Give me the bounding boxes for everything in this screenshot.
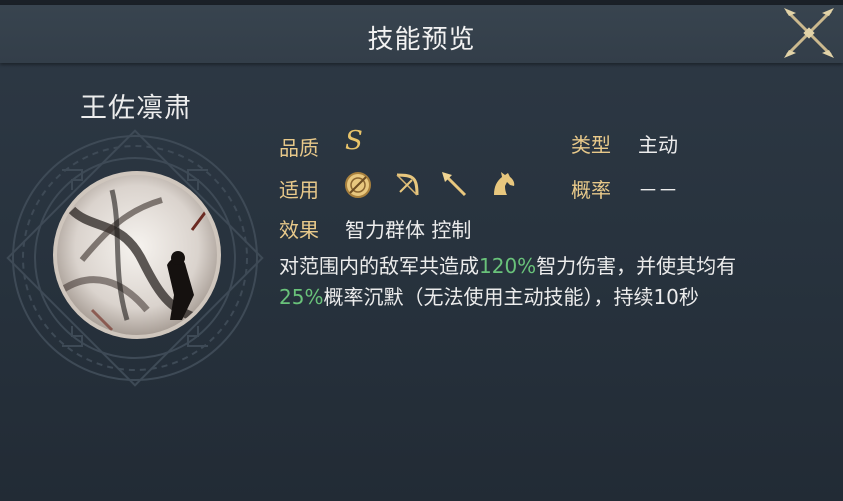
skill-description: 对范围内的敌军共造成120%智力伤害，并使其均有 25%概率沉默（无法使用主动技能… [279, 251, 819, 313]
close-button[interactable] [778, 4, 840, 62]
crossed-blades-close-icon[interactable] [778, 4, 840, 62]
type-label: 类型 [571, 133, 611, 157]
horse-icon [494, 172, 515, 195]
damage-percent: 120% [479, 254, 537, 278]
probability-label: 概率 [571, 178, 611, 202]
probability-value: －－ [638, 178, 678, 202]
applicable-label: 适用 [279, 178, 319, 202]
quality-value: S [345, 126, 363, 156]
bow-icon [396, 173, 419, 196]
effect-tags: 智力群体 控制 [345, 218, 472, 242]
skill-name: 王佐凛肃 [80, 93, 192, 124]
title-bar: 技能预览 [0, 5, 843, 63]
type-value: 主动 [638, 133, 678, 157]
skill-artwork [53, 171, 221, 339]
quality-label: 品质 [279, 136, 319, 160]
description-text-3: 概率沉默（无法使用主动技能），持续10秒 [323, 285, 699, 309]
description-text-2: 智力伤害，并使其均有 [536, 254, 737, 278]
spear-icon [442, 172, 467, 197]
description-text-1: 对范围内的敌军共造成 [279, 254, 479, 278]
effect-label: 效果 [279, 218, 319, 242]
page-title: 技能预览 [367, 25, 476, 55]
silence-chance-percent: 25% [279, 285, 324, 309]
shield-icon [345, 172, 371, 198]
